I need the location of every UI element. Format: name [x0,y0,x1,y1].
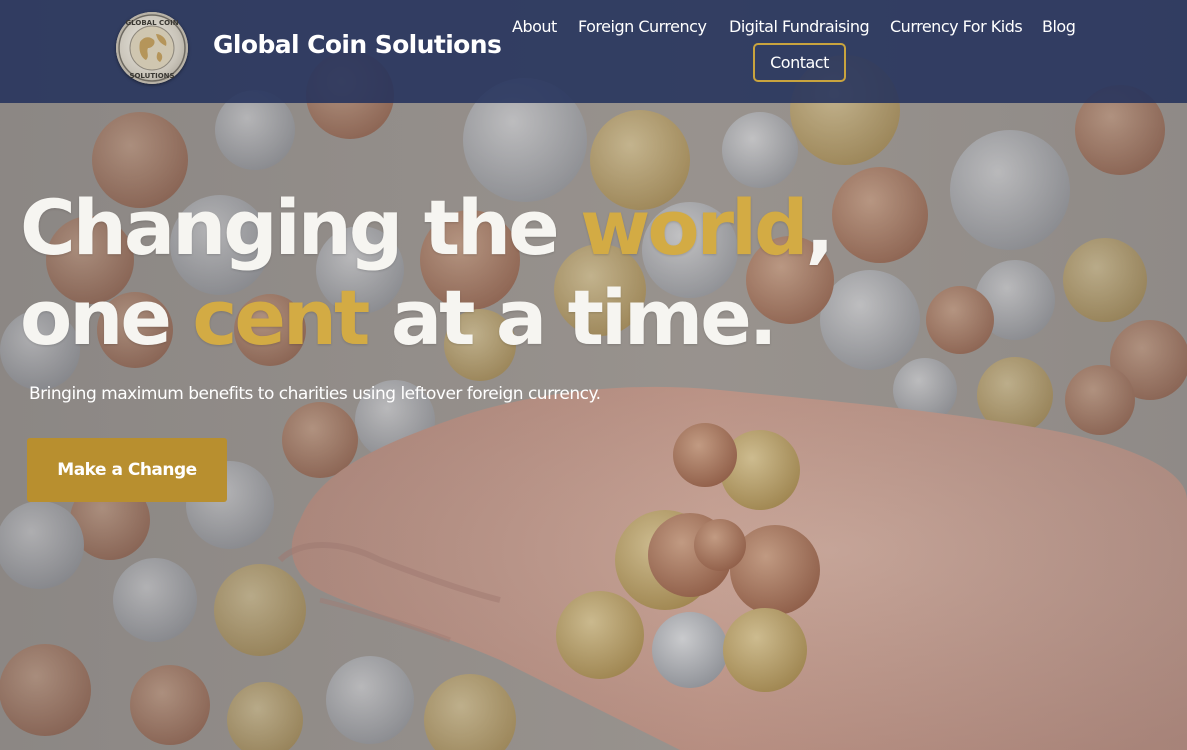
nav-digital-fundraising[interactable]: Digital Fundraising [729,17,870,36]
headline-line1: Changing the world, [20,183,834,272]
nav-about[interactable]: About [512,17,557,36]
hero-headline: Changing the world, one cent at a time. [20,183,834,363]
brand-title[interactable]: Global Coin Solutions [213,30,502,59]
headline-accent-world: world [580,183,808,272]
headline-accent-cent: cent [192,273,370,362]
svg-text:SOLUTIONS: SOLUTIONS [129,72,174,80]
nav-currency-for-kids[interactable]: Currency For Kids [890,17,1023,36]
nav-blog[interactable]: Blog [1042,17,1076,36]
headline-line2: one cent at a time. [20,273,778,362]
svg-text:GLOBAL COIN: GLOBAL COIN [125,19,178,27]
make-a-change-button[interactable]: Make a Change [27,438,227,502]
hero-overlay [0,0,1187,750]
hero-subheadline: Bringing maximum benefits to charities u… [29,384,601,404]
globe-coin-logo-icon[interactable]: GLOBAL COIN SOLUTIONS [116,12,188,84]
site-header: GLOBAL COIN SOLUTIONS Global Coin Soluti… [0,0,1187,103]
nav-contact-button[interactable]: Contact [753,43,846,82]
hero-section [0,0,1187,750]
nav-foreign-currency[interactable]: Foreign Currency [578,17,707,36]
